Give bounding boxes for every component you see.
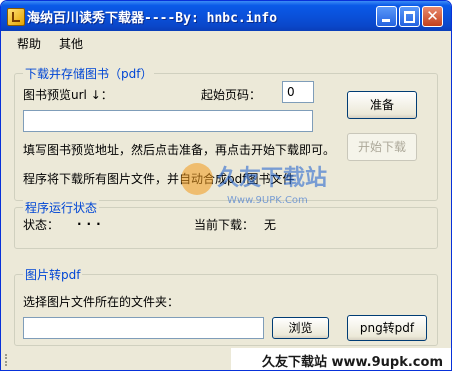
download-group-legend: 下载并存储图书（pdf） xyxy=(23,65,155,82)
status-value: ... xyxy=(77,214,106,228)
title-bar[interactable]: 海纳百川读秀下载器----By: hnbc.info ✕ xyxy=(1,1,451,31)
menu-help[interactable]: 帮助 xyxy=(17,35,41,52)
menu-other[interactable]: 其他 xyxy=(59,35,83,52)
app-window: 海纳百川读秀下载器----By: hnbc.info ✕ 帮助 其他 下载并存储… xyxy=(0,0,452,371)
minimize-icon xyxy=(382,19,390,22)
grip-icon xyxy=(5,354,10,366)
watermark-logo-url: Www.9UPK.Com xyxy=(227,195,308,206)
start-page-label: 起始页码： xyxy=(201,88,262,102)
convert-group-legend: 图片转pdf xyxy=(23,266,83,283)
app-icon xyxy=(7,8,25,26)
watermark-footer: 久友下载站 www.9upk.com xyxy=(231,348,451,370)
current-download-value: 无 xyxy=(264,218,277,232)
minimize-button[interactable] xyxy=(376,6,397,27)
prepare-button[interactable]: 准备 xyxy=(347,91,417,119)
folder-label: 选择图片文件所在的文件夹： xyxy=(23,295,180,309)
menu-bar: 帮助 其他 xyxy=(1,31,451,53)
start-page-input[interactable]: 0 xyxy=(282,81,314,103)
watermark-logo: 久友下载站 Www.9UPK.Com xyxy=(181,163,327,206)
png-to-pdf-button[interactable]: png转pdf xyxy=(347,315,427,341)
url-input[interactable] xyxy=(23,110,313,132)
current-download-label: 当前下载： xyxy=(194,218,255,232)
close-icon: ✕ xyxy=(426,7,439,25)
close-button[interactable]: ✕ xyxy=(422,6,443,27)
status-bar: 久友下载站 www.9upk.com xyxy=(1,348,451,370)
watermark-logo-text: 久友下载站 xyxy=(217,165,327,191)
watermark-footer-text: 久友下载站 www.9upk.com xyxy=(261,355,443,370)
browse-button[interactable]: 浏览 xyxy=(272,317,329,339)
start-download-button[interactable]: 开始下载 xyxy=(347,133,417,161)
maximize-icon xyxy=(404,11,415,23)
maximize-button[interactable] xyxy=(399,6,420,27)
folder-input[interactable] xyxy=(23,317,264,339)
url-label: 图书预览url ↓： xyxy=(23,88,113,102)
watermark-logo-mark xyxy=(181,163,213,195)
status-label: 状态： xyxy=(23,218,60,232)
window-title: 海纳百川读秀下载器----By: hnbc.info xyxy=(27,11,278,26)
